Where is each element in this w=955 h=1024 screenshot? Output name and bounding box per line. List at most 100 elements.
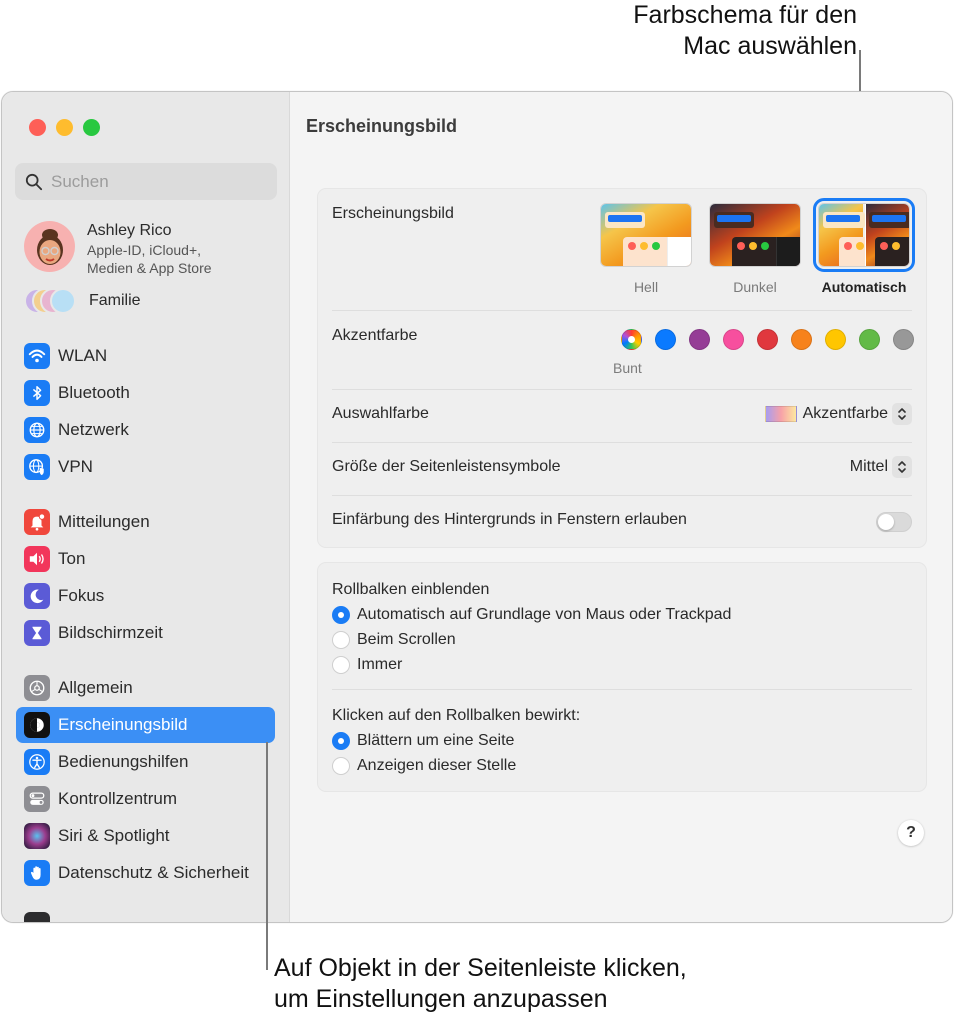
window-controls — [29, 119, 100, 136]
sidebar-item-label: VPN — [58, 457, 93, 476]
show-scrollbars-label: Rollbalken einblenden — [332, 581, 490, 598]
accent-swatch-yellow[interactable] — [825, 329, 846, 350]
wallpaper-tinting-toggle[interactable] — [876, 512, 912, 532]
sidebar-item-netzwerk[interactable]: Netzwerk — [16, 412, 275, 448]
moon-icon — [24, 583, 50, 609]
sidebar-item-label: Bluetooth — [58, 383, 130, 402]
scrollbar-settings-group: Rollbalken einblenden Automatisch auf Gr… — [317, 562, 927, 792]
sidebar-item-bedienungshilfen[interactable]: Bedienungshilfen — [16, 744, 275, 780]
family-label: Familie — [89, 292, 141, 309]
sidebar-item-vpn[interactable]: VPN — [16, 449, 275, 485]
profile-name: Ashley Rico — [87, 222, 172, 239]
callout-line: Auf Objekt in der Seitenleiste klicken, — [274, 954, 687, 982]
wifi-icon — [24, 343, 50, 369]
sidebar-item-label: Siri & Spotlight — [58, 826, 170, 845]
click-scrollbar-label: Klicken auf den Rollbalken bewirkt: — [332, 707, 581, 724]
sidebar-item-partial[interactable] — [16, 907, 275, 922]
appearance-icon — [24, 712, 50, 738]
search-field[interactable]: Suchen — [15, 163, 277, 200]
sidebar-item-wlan[interactable]: WLAN — [16, 338, 275, 374]
gear-icon — [24, 675, 50, 701]
callout-line: Mac auswählen — [683, 32, 857, 60]
sidebar-item-allgemein[interactable]: Allgemein — [16, 670, 275, 706]
speaker-icon — [24, 546, 50, 572]
sidebar-item-label: Kontrollzentrum — [58, 789, 178, 808]
highlight-color-value: Akzentfarbe — [802, 405, 888, 422]
family-avatar — [50, 288, 76, 314]
accent-swatch-purple[interactable] — [689, 329, 710, 350]
radio-label: Beim Scrollen — [357, 631, 456, 648]
sidebar-item-datenschutz-sicherheit[interactable]: Datenschutz & Sicherheit — [16, 855, 275, 891]
sidebar-item-label: Ton — [58, 549, 86, 568]
sidebar-item-bildschirmzeit[interactable]: Bildschirmzeit — [16, 615, 275, 651]
sidebar-item-siri-spotlight[interactable]: Siri & Spotlight — [16, 818, 275, 854]
search-placeholder: Suchen — [51, 171, 109, 191]
theme-option-light[interactable]: Hell — [600, 203, 692, 295]
sidebar-icon-size-popup[interactable]: Mittel — [850, 456, 912, 478]
radio-button — [332, 631, 350, 649]
memoji-icon — [36, 228, 63, 265]
theme-label: Hell — [633, 279, 659, 295]
wallpaper-tinting-label: Einfärbung des Hintergrunds in Fenstern … — [332, 511, 687, 528]
sidebar-item-fokus[interactable]: Fokus — [16, 578, 275, 614]
accent-swatch-blue[interactable] — [655, 329, 676, 350]
siri-icon — [24, 823, 50, 849]
appearance-settings-group: Erscheinungsbild Hell Dunkel Automatisch… — [317, 188, 927, 548]
accent-swatch-green[interactable] — [859, 329, 880, 350]
callout-leader-bottom — [266, 742, 268, 970]
accent-color-swatches — [621, 329, 914, 350]
sidebar-item-label: Erscheinungsbild — [58, 715, 188, 734]
help-button[interactable]: ? — [898, 820, 924, 846]
sidebar-icon-size-label: Größe der Seitenleistensymbole — [332, 458, 561, 475]
accent-swatch-multicolor[interactable] — [621, 329, 642, 350]
sidebar-item-family[interactable]: Familie — [24, 288, 141, 314]
toggles-icon — [24, 786, 50, 812]
close-button[interactable] — [29, 119, 46, 136]
page-title: Erscheinungsbild — [306, 116, 458, 136]
theme-label: Automatisch — [821, 279, 907, 295]
radio-scrollbars-always[interactable]: Immer — [332, 656, 402, 674]
radio-button — [332, 606, 350, 624]
callout-line: um Einstellungen anzupassen — [274, 985, 608, 1013]
search-icon — [25, 173, 43, 190]
highlight-color-popup[interactable]: Akzentfarbe — [764, 403, 912, 425]
theme-thumbnail-light — [600, 203, 692, 267]
accent-swatch-graphite[interactable] — [893, 329, 914, 350]
bluetooth-icon — [24, 380, 50, 406]
radio-label: Immer — [357, 656, 403, 673]
theme-thumbnail-dark — [709, 203, 801, 267]
callout-line: Farbschema für den — [633, 1, 857, 29]
sidebar-item-label: Allgemein — [58, 678, 133, 697]
sidebar-item-kontrollzentrum[interactable]: Kontrollzentrum — [16, 781, 275, 817]
accent-swatch-pink[interactable] — [723, 329, 744, 350]
partially-visible-icon — [24, 912, 50, 922]
vpn-globe-shield-icon — [24, 454, 50, 480]
radio-jump-to-spot[interactable]: Anzeigen dieser Stelle — [332, 757, 516, 775]
minimize-button[interactable] — [56, 119, 73, 136]
sidebar-item-bluetooth[interactable]: Bluetooth — [16, 375, 275, 411]
radio-label: Automatisch auf Grundlage von Maus oder … — [357, 606, 732, 623]
radio-scrollbars-automatic[interactable]: Automatisch auf Grundlage von Maus oder … — [332, 606, 731, 624]
zoom-button[interactable] — [83, 119, 100, 136]
sidebar-item-label: Bedienungshilfen — [58, 752, 189, 771]
accent-swatch-red[interactable] — [757, 329, 778, 350]
accent-swatch-orange[interactable] — [791, 329, 812, 350]
sidebar-icon-size-value: Mittel — [849, 458, 888, 475]
radio-button — [332, 757, 350, 775]
radio-jump-next-page[interactable]: Blättern um eine Seite — [332, 732, 514, 750]
highlight-color-swatch — [764, 406, 797, 422]
highlight-color-label: Auswahlfarbe — [332, 405, 429, 422]
sidebar-item-erscheinungsbild[interactable]: Erscheinungsbild — [16, 707, 275, 743]
sidebar-item-ton[interactable]: Ton — [16, 541, 275, 577]
theme-option-dark[interactable]: Dunkel — [709, 203, 801, 295]
theme-thumbnail-auto — [813, 198, 915, 272]
theme-option-auto[interactable]: Automatisch — [813, 198, 915, 295]
divider — [332, 689, 912, 690]
apple-account[interactable]: Ashley Rico Apple-ID, iCloud+, Medien & … — [24, 221, 212, 277]
callout-choose-color-scheme: Farbschema für den Mac auswählen — [633, 0, 857, 62]
radio-scrollbars-when-scrolling[interactable]: Beim Scrollen — [332, 631, 456, 649]
bell-badge-icon — [24, 509, 50, 535]
sidebar-item-mitteilungen[interactable]: Mitteilungen — [16, 504, 275, 540]
sidebar-item-label: Datenschutz & Sicherheit — [58, 863, 249, 882]
sidebar-item-label: WLAN — [58, 346, 108, 365]
